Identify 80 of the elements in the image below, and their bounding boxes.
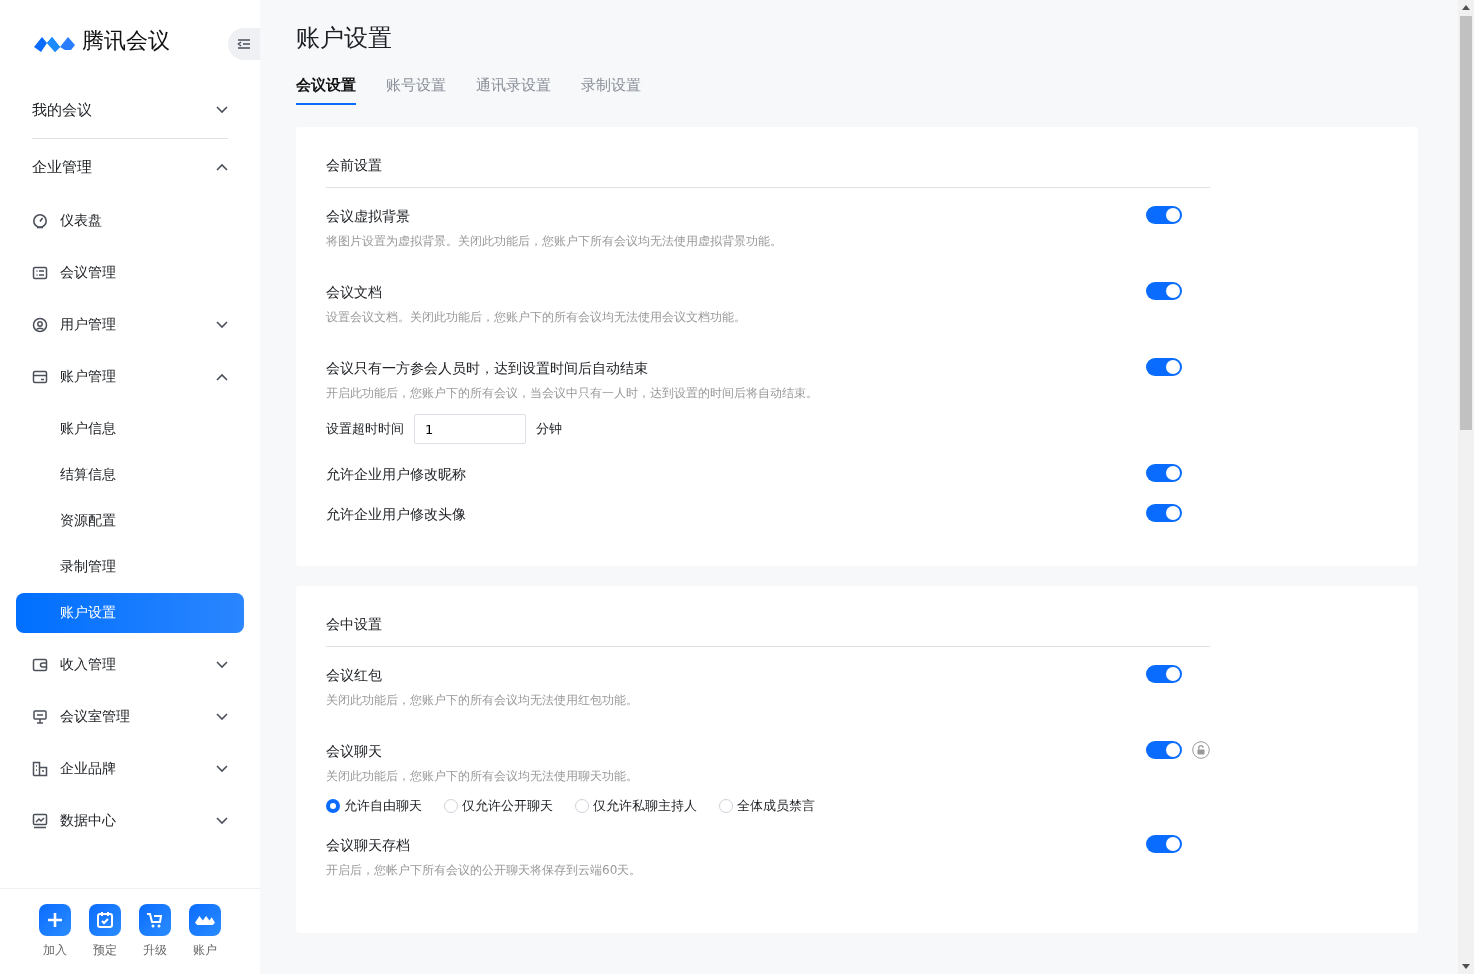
nav-item[interactable]: 会议管理 <box>16 247 244 299</box>
nav-item[interactable]: 账户设置 <box>16 593 244 633</box>
radio-option[interactable]: 允许自由聊天 <box>326 797 422 815</box>
shortcut-button[interactable]: 加入 <box>39 904 71 974</box>
field-label: 设置超时时间 <box>326 420 404 438</box>
menu-icon <box>237 38 251 50</box>
nav-item[interactable]: 结算信息 <box>16 455 244 495</box>
nav-item[interactable]: 企业品牌 <box>16 743 244 795</box>
nav-item[interactable]: 录制管理 <box>16 547 244 587</box>
user-icon <box>32 317 48 333</box>
lock-icon[interactable] <box>1192 741 1210 759</box>
toggle-switch[interactable] <box>1146 358 1182 376</box>
nav-item[interactable]: 用户管理 <box>16 299 244 351</box>
shortcut-button[interactable]: 预定 <box>89 904 121 974</box>
setting-description: 开启后，您帐户下所有会议的公开聊天将保存到云端60天。 <box>326 862 643 879</box>
gauge-icon <box>32 213 48 229</box>
setting-description: 关闭此功能后，您账户下的所有会议均无法使用聊天功能。 <box>326 768 639 785</box>
toggle-switch[interactable] <box>1146 665 1182 683</box>
radio-option[interactable]: 仅允许公开聊天 <box>444 797 553 815</box>
setting-title: 允许企业用户修改头像 <box>326 505 467 524</box>
list-icon <box>32 265 48 281</box>
brand-name: 腾讯会议 <box>82 27 170 55</box>
card-icon <box>32 369 48 385</box>
radio-option[interactable]: 全体成员禁言 <box>719 797 815 815</box>
toggle-switch[interactable] <box>1146 835 1182 853</box>
section-title: 会中设置 <box>326 616 1210 647</box>
chevron-icon <box>216 817 228 825</box>
collapse-button[interactable] <box>228 28 260 60</box>
setting-title: 允许企业用户修改昵称 <box>326 465 467 484</box>
radio-option[interactable]: 仅允许私聊主持人 <box>575 797 697 815</box>
shortcut-button[interactable]: 升级 <box>139 904 171 974</box>
nav-item[interactable]: 仪表盘 <box>16 195 244 247</box>
chart-icon <box>32 813 48 829</box>
logo-icon <box>195 915 215 925</box>
nav-item[interactable]: 资源配置 <box>16 501 244 541</box>
chevron-icon <box>216 765 228 773</box>
setting-title: 会议聊天存档 <box>326 836 411 855</box>
radio-button[interactable] <box>326 799 340 813</box>
nav-item[interactable]: 收入管理 <box>16 639 244 691</box>
plus-icon <box>45 910 65 930</box>
scrollbar[interactable] <box>1458 0 1474 974</box>
nav-item[interactable]: 账户信息 <box>16 409 244 449</box>
chevron-icon <box>216 321 228 329</box>
section-title: 会前设置 <box>326 157 1210 188</box>
cart-icon <box>145 910 165 930</box>
timeout-field[interactable]: 1 <box>414 414 526 444</box>
page-title: 账户设置 <box>296 23 393 54</box>
toggle-switch[interactable] <box>1146 206 1182 224</box>
chevron-icon <box>216 713 228 721</box>
nav-item[interactable]: 账户管理 <box>16 351 244 403</box>
wallet-icon <box>32 657 48 673</box>
setting-description: 将图片设置为虚拟背景。关闭此功能后，您账户下所有会议均无法使用虚拟背景功能。 <box>326 233 783 250</box>
setting-description: 开启此功能后，您账户下的所有会议，当会议中只有一人时，达到设置的时间后将自动结束。 <box>326 385 819 402</box>
toggle-switch[interactable] <box>1146 464 1182 482</box>
tab[interactable]: 会议设置 <box>296 76 356 105</box>
scroll-up-icon[interactable] <box>1462 5 1470 10</box>
setting-title: 会议聊天 <box>326 742 383 761</box>
chevron-icon <box>216 373 228 381</box>
setting-title: 会议文档 <box>326 283 383 302</box>
unit-label: 分钟 <box>536 420 562 438</box>
toggle-switch[interactable] <box>1146 282 1182 300</box>
setting-title: 会议红包 <box>326 666 383 685</box>
nav-item[interactable]: 会议室管理 <box>16 691 244 743</box>
setting-title: 会议虚拟背景 <box>326 207 411 226</box>
nav-group[interactable]: 我的会议 <box>16 82 244 138</box>
scroll-down-icon[interactable] <box>1462 964 1470 969</box>
nav-group[interactable]: 企业管理 <box>16 139 244 195</box>
chevron-icon <box>216 661 228 669</box>
setting-title: 会议只有一方参会人员时，达到设置时间后自动结束 <box>326 359 649 378</box>
building-icon <box>32 761 48 777</box>
calendar-icon <box>95 910 115 930</box>
screen-icon <box>32 709 48 725</box>
nav-item[interactable]: 数据中心 <box>16 795 244 847</box>
shortcut-button[interactable]: 账户 <box>189 904 221 974</box>
setting-description: 关闭此功能后，您账户下的所有会议均无法使用红包功能。 <box>326 692 639 709</box>
chevron-icon <box>216 106 228 114</box>
setting-description: 设置会议文档。关闭此功能后，您账户下的所有会议均无法使用会议文档功能。 <box>326 309 747 326</box>
toggle-switch[interactable] <box>1146 741 1182 759</box>
chevron-icon <box>216 163 228 171</box>
toggle-switch[interactable] <box>1146 504 1182 522</box>
